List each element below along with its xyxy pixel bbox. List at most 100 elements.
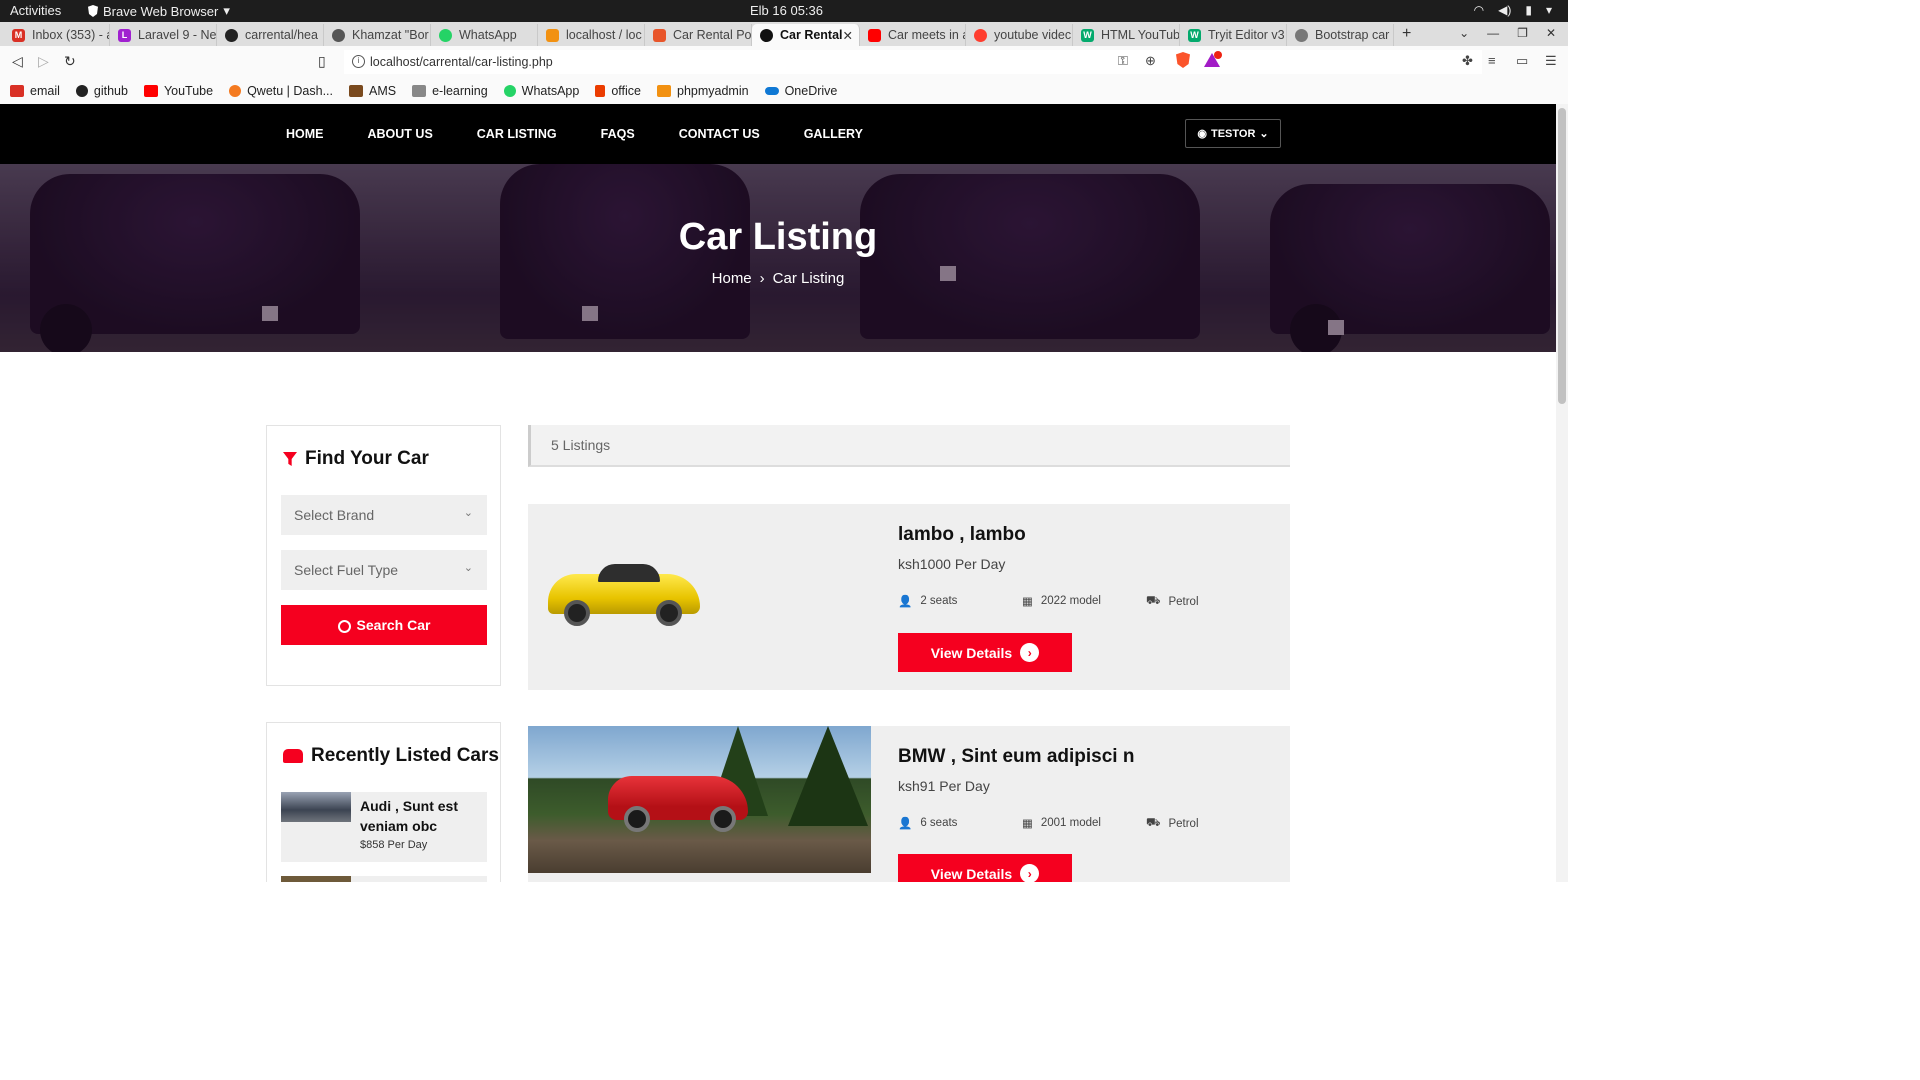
w3schools-icon: W [1081, 28, 1094, 42]
wallet-icon[interactable]: ▭ [1516, 53, 1528, 69]
globe-icon [332, 28, 345, 42]
recent-car-name[interactable]: Audi , Sunt est veniam obc [360, 796, 480, 836]
filter-icon [283, 452, 297, 466]
nav-gallery[interactable]: GALLERY [804, 127, 863, 141]
car-image[interactable] [528, 726, 871, 873]
recent-car-price: $858 Per Day [360, 839, 428, 851]
recent-car-item[interactable] [281, 876, 487, 882]
brand-select[interactable]: Select Brand ⌄ [281, 495, 487, 535]
key-icon[interactable]: ⚿ [1118, 53, 1128, 69]
page-banner: ‎ ‎ ‎ ‎ Car Listing Home›Car Listing [0, 164, 1556, 352]
tab[interactable]: youtube videc [966, 24, 1073, 46]
qwetu-icon [229, 85, 242, 97]
system-tray[interactable]: ◠ ◀) ▮ ▾ [1474, 3, 1552, 17]
fuel-type-select[interactable]: Select Fuel Type ⌄ [281, 550, 487, 590]
nav-car-listing[interactable]: CAR LISTING [477, 127, 557, 141]
breadcrumb-current: Car Listing [772, 270, 845, 287]
tab[interactable]: Car Rental Po [645, 24, 752, 46]
bookmark-label: email [30, 84, 60, 98]
page-scrollbar[interactable] [1556, 104, 1568, 882]
back-icon[interactable]: ◁ [12, 53, 23, 70]
car-seats-value: 2 seats [920, 595, 958, 607]
activities-button[interactable]: Activities [10, 3, 61, 18]
nav-contact-us[interactable]: CONTACT US [679, 127, 760, 141]
car-wheel [624, 806, 650, 832]
volume-icon: ◀) [1498, 3, 1512, 17]
bookmark-whatsapp[interactable]: WhatsApp [503, 84, 579, 98]
tab[interactable]: W HTML YouTub [1073, 24, 1180, 46]
new-tab-button[interactable]: + [1402, 25, 1411, 43]
wifi-icon: ◠ [1473, 3, 1485, 17]
bookmark-phpmyadmin[interactable]: phpmyadmin [657, 84, 749, 98]
address-bar[interactable]: i localhost/carrental/car-listing.php [344, 50, 1482, 74]
tab[interactable]: localhost / loc [538, 24, 645, 46]
tab[interactable]: WhatsApp [431, 24, 538, 46]
car-title[interactable]: BMW , Sint eum adipisci n [898, 746, 1134, 768]
view-details-label: View Details [930, 865, 1013, 882]
car-title[interactable]: lambo , lambo [898, 524, 1026, 546]
recently-listed-label: Recently Listed Cars [311, 745, 499, 766]
minimize-icon[interactable]: — [1487, 26, 1499, 40]
recent-car-item[interactable]: Audi , Sunt est veniam obc $858 Per Day [281, 792, 487, 862]
whatsapp-icon [439, 28, 452, 42]
clock[interactable]: Elb 16 05:36 [750, 3, 823, 18]
car-wheel [656, 600, 682, 626]
phpmyadmin-icon [657, 85, 671, 97]
tab-label: Car Rental [780, 28, 843, 42]
bookmark-icon[interactable]: ▯ [318, 53, 326, 70]
restore-icon[interactable]: ❐ [1517, 26, 1528, 40]
tree-shape [788, 726, 868, 826]
notification-badge [1214, 51, 1222, 59]
app-menu[interactable]: Brave Web Browser ▾ [88, 3, 230, 19]
tab[interactable]: Khamzat "Bor [324, 24, 431, 46]
tab[interactable]: Bootstrap car [1287, 24, 1394, 46]
scrollbar-thumb[interactable] [1558, 108, 1566, 404]
bookmark-email[interactable]: email [10, 84, 60, 98]
search-car-button[interactable]: Search Car [281, 605, 487, 645]
bookmark-label: e-learning [432, 84, 488, 98]
tab[interactable]: M Inbox (353) - a [4, 24, 110, 46]
tab-label: localhost / loc [566, 28, 642, 42]
view-details-button[interactable]: View Details › [898, 633, 1072, 672]
chevron-down-icon[interactable]: ⌄ [1459, 26, 1469, 40]
reload-icon[interactable]: ↻ [64, 53, 76, 70]
view-details-button[interactable]: View Details › [898, 854, 1072, 882]
tab-active[interactable]: Car Rental ✕ [752, 24, 860, 46]
car-seats: 👤 6 seats [898, 816, 957, 830]
extensions-icon[interactable]: ✤ [1462, 53, 1473, 69]
bookmark-github[interactable]: github [75, 84, 128, 98]
bookmark-onedrive[interactable]: OneDrive [764, 84, 837, 98]
bookmark-label: Qwetu | Dash... [247, 84, 333, 98]
bookmark-ams[interactable]: AMS [348, 84, 396, 98]
tab[interactable]: carrental/hea [217, 24, 324, 46]
bookmark-office[interactable]: office [595, 84, 641, 98]
playlist-icon[interactable]: ≡ [1488, 53, 1496, 68]
bookmark-label: github [93, 84, 128, 98]
menu-icon[interactable]: ☰ [1545, 53, 1557, 69]
main-menu: HOME ABOUT US CAR LISTING FAQS CONTACT U… [286, 127, 907, 141]
zoom-icon[interactable]: ⊕ [1145, 53, 1156, 69]
chevron-down-icon: ⌄ [463, 507, 473, 519]
bookmark-youtube[interactable]: YouTube [143, 84, 213, 98]
tab[interactable]: L Laravel 9 - Ne [110, 24, 217, 46]
car-model-year: ▦ 2022 model [1022, 594, 1101, 608]
car-image[interactable] [548, 560, 700, 630]
forward-icon[interactable]: ▷ [38, 53, 49, 70]
user-icon: 👤 [898, 596, 913, 608]
nav-home[interactable]: HOME [286, 127, 324, 141]
power-menu-icon: ▾ [1545, 3, 1552, 17]
bookmark-qwetu[interactable]: Qwetu | Dash... [229, 84, 333, 98]
close-icon[interactable]: ✕ [1546, 26, 1556, 40]
bookmark-label: office [611, 84, 641, 98]
nav-faqs[interactable]: FAQS [601, 127, 635, 141]
info-icon[interactable]: i [352, 55, 365, 68]
nav-about-us[interactable]: ABOUT US [368, 127, 433, 141]
tab[interactable]: W Tryit Editor v3 [1180, 24, 1287, 46]
close-icon[interactable]: ✕ [843, 28, 853, 43]
brave-search-icon [974, 28, 987, 42]
youtube-icon [868, 28, 881, 42]
user-menu-button[interactable]: ◉ TESTOR ⌄ [1185, 119, 1281, 148]
breadcrumb-home[interactable]: Home [712, 270, 752, 287]
bookmark-e-learning[interactable]: e-learning [412, 84, 488, 98]
tab[interactable]: Car meets in a [860, 24, 966, 46]
